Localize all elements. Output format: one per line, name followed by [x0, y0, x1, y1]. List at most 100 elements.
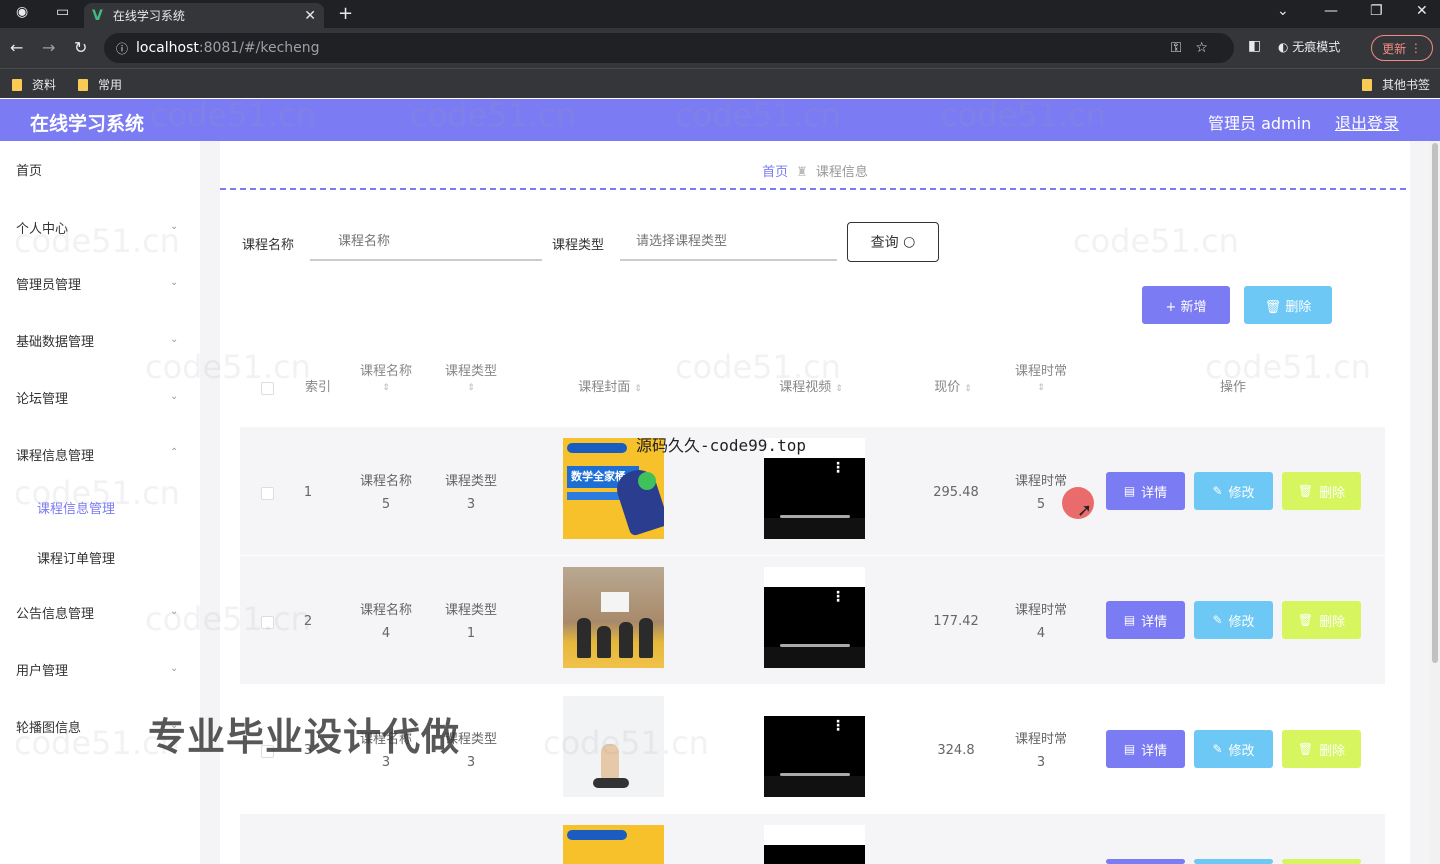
bookmarks-bar: 资料 常用 其他书签: [0, 68, 1440, 98]
delete-button[interactable]: 🗑 删除: [1282, 730, 1361, 768]
row-hours-value: 3: [1036, 755, 1046, 770]
edit-button[interactable]: ✎ 修改: [1194, 472, 1273, 510]
col-name[interactable]: 课程名称 ⇕: [351, 363, 421, 397]
close-window-icon[interactable]: ✕: [1416, 3, 1428, 19]
col-cover[interactable]: 课程封面 ⇕: [565, 379, 655, 398]
batch-delete-button[interactable]: 🗑 删除: [1244, 286, 1332, 324]
detail-label: 详情: [1141, 743, 1168, 759]
col-price[interactable]: 现价 ⇕: [923, 379, 983, 398]
document-icon: ▤: [1123, 613, 1136, 627]
more-vertical-icon[interactable]: ⋮: [831, 589, 845, 605]
row-type: 课程类型 3: [436, 470, 506, 516]
col-price-label: 现价: [934, 380, 961, 395]
breadcrumb-home[interactable]: 首页: [762, 165, 788, 180]
sidebar-item-profile[interactable]: 个人中心: [16, 217, 68, 237]
more-vertical-icon[interactable]: ⋮: [831, 460, 845, 476]
sidebar-item-basic-data[interactable]: 基础数据管理: [16, 330, 94, 350]
delete-button[interactable]: 🗑 删除: [1282, 472, 1361, 510]
sidepanel-icon[interactable]: ◧: [1248, 38, 1261, 54]
course-name-input[interactable]: [310, 223, 542, 261]
back-icon[interactable]: ←: [10, 38, 23, 57]
edit-button[interactable]: [1194, 859, 1273, 864]
course-cover-image[interactable]: [563, 567, 664, 668]
incognito-badge[interactable]: ◐ 无痕模式: [1278, 38, 1340, 55]
row-type-label: 课程类型: [444, 474, 497, 489]
detail-button[interactable]: ▤ 详情: [1106, 730, 1185, 768]
restore-icon[interactable]: ❐: [1370, 3, 1383, 19]
sidebar-subitem-course-orders[interactable]: 课程订单管理: [37, 547, 115, 567]
row-name: 课程名称 5: [351, 470, 421, 516]
bookmark-label: 其他书签: [1382, 78, 1431, 92]
tab-title: 在线学习系统: [112, 9, 185, 23]
add-button[interactable]: + 新增: [1142, 286, 1230, 324]
sidebar-item-carousel[interactable]: 轮播图信息: [16, 716, 81, 736]
scrollbar-thumb[interactable]: [1432, 143, 1438, 663]
more-vertical-icon[interactable]: ⋮: [831, 718, 845, 734]
row-checkbox[interactable]: [261, 487, 274, 500]
key-star-icons[interactable]: ⚿☆: [1171, 40, 1222, 56]
edit-button[interactable]: ✎ 修改: [1194, 730, 1273, 768]
update-button[interactable]: 更新 ⋮: [1371, 35, 1433, 61]
sidebar-subitem-course-info[interactable]: 课程信息管理: [37, 497, 115, 517]
cover-board: [601, 592, 629, 612]
row-checkbox[interactable]: [261, 616, 274, 629]
page-scrollbar[interactable]: [1430, 141, 1440, 864]
col-type-label: 课程类型: [444, 364, 497, 379]
add-label: 新增: [1180, 299, 1207, 315]
delete-button[interactable]: 🗑 删除: [1282, 601, 1361, 639]
detail-button[interactable]: ▤ 详情: [1106, 472, 1185, 510]
course-cover-image[interactable]: [563, 825, 664, 864]
edit-button[interactable]: ✎ 修改: [1194, 601, 1273, 639]
forward-icon[interactable]: →: [42, 38, 55, 57]
browser-menu-icon[interactable]: ◉: [16, 4, 28, 20]
sidebar-item-users[interactable]: 用户管理: [16, 659, 68, 679]
tab-search-icon[interactable]: ⌄: [1277, 3, 1289, 19]
course-video-player[interactable]: [764, 825, 865, 864]
minimize-icon[interactable]: —: [1324, 3, 1338, 19]
sidebar-item-home[interactable]: 首页: [16, 159, 42, 179]
detail-button[interactable]: ▤ 详情: [1106, 601, 1185, 639]
query-button[interactable]: 查询 ○: [847, 222, 939, 262]
sidebar-item-course-info[interactable]: 课程信息管理: [16, 444, 94, 464]
document-icon: ▤: [1123, 742, 1136, 756]
sidebar-item-admins[interactable]: 管理员管理: [16, 273, 81, 293]
close-tab-icon[interactable]: ✕: [304, 8, 316, 24]
col-type[interactable]: 课程类型 ⇕: [436, 363, 506, 397]
pencil-icon: ✎: [1212, 742, 1223, 756]
col-actions: 操作: [1219, 380, 1246, 395]
course-video-player[interactable]: ⋮: [764, 696, 865, 797]
bookmark-folder-ziliao[interactable]: 资料: [12, 76, 56, 93]
bookmark-folder-changyong[interactable]: 常用: [78, 76, 122, 93]
col-video[interactable]: 课程视频 ⇕: [766, 379, 856, 398]
sort-icon: ⇕: [835, 384, 843, 394]
sidebar-item-notices[interactable]: 公告信息管理: [16, 602, 94, 622]
course-type-select[interactable]: [620, 223, 837, 261]
row-name-value: 5: [381, 497, 391, 512]
select-all-checkbox[interactable]: [261, 382, 274, 395]
document-icon: ▤: [1123, 484, 1136, 498]
row-type-value: 3: [466, 497, 476, 512]
col-cover-label: 课程封面: [578, 380, 631, 395]
search-icon: ○: [903, 234, 916, 250]
video-screen: [764, 458, 865, 518]
course-video-player[interactable]: ⋮: [764, 567, 865, 668]
col-hours[interactable]: 课程时常 ⇕: [1006, 363, 1076, 397]
cover-person: [577, 618, 591, 658]
source-overlay-text: 源码久久-code99.top: [636, 436, 806, 455]
trash-icon: 🗑: [1297, 742, 1314, 756]
reload-icon[interactable]: ↻: [74, 38, 87, 57]
video-controls: [764, 776, 865, 797]
vue-logo-icon: V: [92, 7, 103, 24]
browser-tab[interactable]: V 在线学习系统 ✕: [84, 3, 324, 28]
logout-link[interactable]: 退出登录: [1335, 110, 1399, 134]
delete-button[interactable]: [1282, 859, 1361, 864]
new-tab-icon[interactable]: +: [338, 3, 353, 24]
url-field[interactable]: ⓘ localhost :8081/#/kecheng ⚿☆: [104, 33, 1234, 63]
info-icon[interactable]: ⓘ: [116, 40, 128, 57]
delete-label: 删除: [1319, 614, 1346, 630]
course-cover-image[interactable]: [563, 696, 664, 797]
detail-button[interactable]: [1106, 859, 1185, 864]
sidebar-item-forum[interactable]: 论坛管理: [16, 387, 68, 407]
bookmark-folder-other[interactable]: 其他书签: [1362, 76, 1430, 93]
window-icon[interactable]: ▭: [56, 4, 69, 20]
